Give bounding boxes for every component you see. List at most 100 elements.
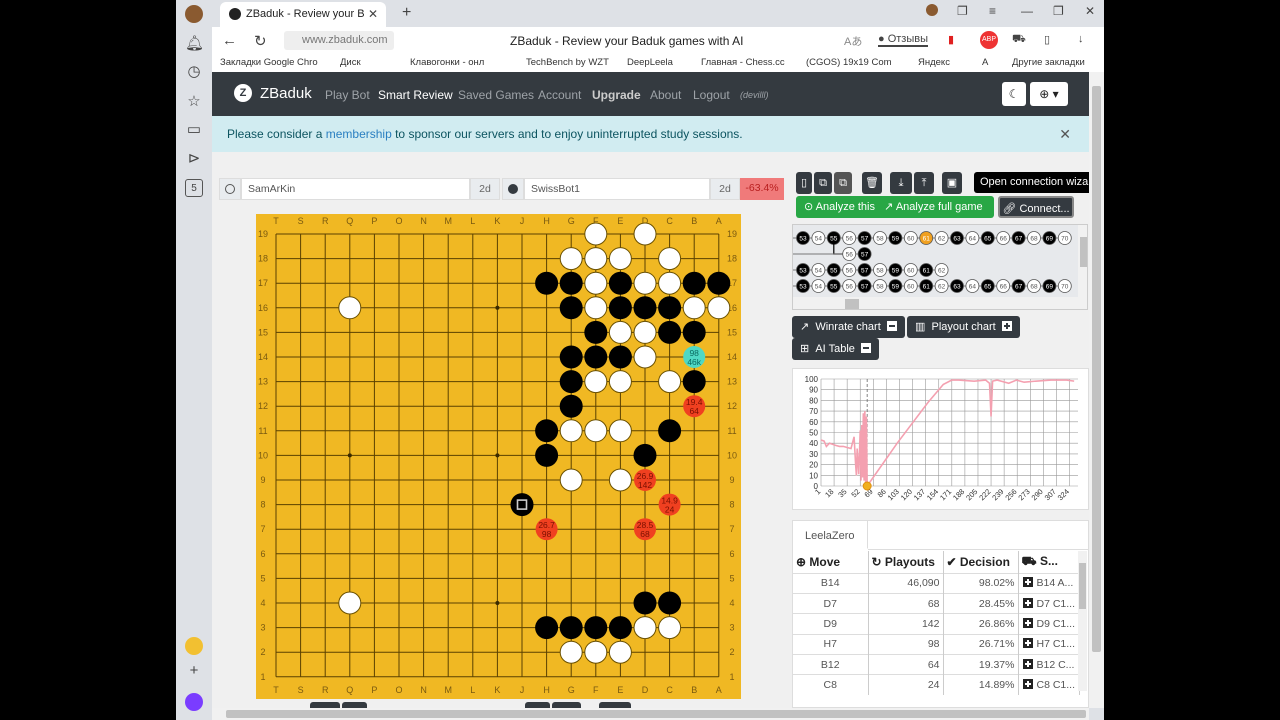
new-tab-button[interactable]: + — [402, 4, 411, 22]
copy-button[interactable]: ⧉ — [814, 172, 832, 194]
winrate-chart-svg[interactable]: 01020304050607080901001 18 35 52 69 861031201… — [793, 369, 1089, 511]
collections-icon[interactable]: ▭ — [185, 121, 203, 139]
expand-icon[interactable] — [1022, 638, 1033, 649]
feedback-button[interactable]: ● Отзывы — [878, 33, 928, 47]
new-file-button[interactable]: ▯ — [796, 172, 812, 194]
star-icon[interactable]: ☆ — [185, 93, 203, 111]
ai-table-toggle[interactable]: ⊞ AI Table — [792, 338, 879, 360]
nav-logout[interactable]: Logout — [693, 88, 730, 102]
close-window-icon[interactable]: ✕ — [1085, 4, 1095, 18]
reload-icon[interactable]: ↻ — [254, 32, 267, 50]
go-board[interactable]: T T 19 19 S S 18 18 R R 17 17 Q Q 16 16 P P 15 15 O O 14 14 N N 13… — [256, 214, 741, 699]
page-vertical-scrollbar[interactable] — [1089, 72, 1104, 708]
analyze-this-button[interactable]: ⊙ Analyze this — [804, 201, 875, 213]
language-button[interactable]: ⊕ ▾ — [1030, 82, 1068, 106]
close-tab-icon[interactable]: ✕ — [368, 7, 378, 21]
bookmark-item[interactable]: DeepLeela — [627, 57, 673, 68]
counter-icon[interactable]: 5 — [185, 179, 203, 197]
bookmark-item[interactable]: (CGOS) 19x19 Com — [806, 57, 892, 68]
nav-play-bot[interactable]: Play Bot — [325, 88, 370, 102]
expand-icon[interactable] — [1022, 617, 1033, 628]
close-alert-icon[interactable]: ✕ — [1059, 126, 1071, 143]
black-stone — [535, 443, 559, 467]
download-button[interactable]: ⤓ — [890, 172, 912, 194]
app-icon[interactable] — [185, 637, 203, 655]
save-button[interactable]: ▣ — [942, 172, 962, 194]
bookmark-item[interactable]: Яндекс — [918, 57, 950, 68]
profile-avatar[interactable] — [185, 5, 203, 23]
winrate-line — [820, 379, 1075, 489]
history-icon[interactable]: ◷ — [185, 63, 203, 81]
expand-icon[interactable] — [1022, 597, 1033, 608]
minimize-icon[interactable]: — — [1021, 4, 1033, 18]
bookmark-item-other[interactable]: Другие закладки — [1012, 57, 1085, 68]
board-svg[interactable]: TT19 19SS18 18RR17 17QQ16 16PP15 15OO14 14NN13… — [256, 214, 741, 699]
adblock-icon[interactable]: ABP — [980, 31, 998, 49]
sidebar-toggle-icon[interactable]: ▯ — [1044, 33, 1050, 46]
table-row[interactable]: H7 98 26.71% H7 C1... — [793, 633, 1080, 655]
bookmark-item[interactable]: Диск — [340, 57, 361, 68]
back-icon[interactable]: ← — [222, 32, 237, 49]
browser-tab[interactable]: ZBaduk - Review your B ✕ — [220, 2, 386, 27]
col-playouts[interactable]: ↻ Playouts — [868, 551, 944, 573]
zbaduk-logo[interactable]: Z — [234, 84, 252, 102]
account-icon[interactable] — [926, 4, 938, 16]
engine-tab[interactable]: LeelaZero — [793, 521, 868, 549]
play-icon[interactable]: ⊳ — [185, 150, 203, 168]
dark-mode-button[interactable]: ☾ — [1002, 82, 1026, 106]
url-field[interactable]: www.zbaduk.com — [284, 31, 394, 50]
delete-button[interactable]: 🗑︎ — [862, 172, 882, 194]
bookmark-item[interactable]: Клавогонки - онл — [410, 57, 484, 68]
table-row[interactable]: D7 68 28.45% D7 C1... — [793, 592, 1080, 614]
winrate-chart-toggle[interactable]: ↗ Winrate chart — [792, 316, 905, 338]
game-tree[interactable]: 53 54 55 56 57 58 59 60 61 62 63 64 65 66 67 68 69 70 56 57… — [792, 224, 1088, 310]
nav-saved-games[interactable]: Saved Games — [458, 88, 534, 102]
nav-upgrade[interactable]: Upgrade — [592, 88, 641, 102]
add-icon[interactable]: + — [185, 662, 203, 680]
table-row[interactable]: B14 46,090 98.02% B14 A... — [793, 572, 1080, 594]
page-horizontal-scrollbar[interactable] — [212, 708, 1089, 720]
analyze-full-game-button[interactable]: ↗ Analyze full game — [884, 201, 983, 213]
white-stone — [658, 247, 682, 271]
bookmark-item[interactable]: Закладки Google Chro — [220, 57, 318, 68]
upload-button[interactable]: ⤒ — [914, 172, 934, 194]
move-cell: D7 — [793, 592, 869, 614]
bookmark-icon[interactable]: ▮ — [948, 33, 954, 46]
x-tick-label: 324 — [1056, 487, 1071, 502]
tabs-icon[interactable]: ❐ — [957, 4, 968, 18]
playout-chart-toggle[interactable]: ▥ Playout chart — [907, 316, 1020, 338]
col-decision[interactable]: ✔ Decision — [943, 551, 1019, 573]
black-stone — [559, 271, 583, 295]
nav-smart-review[interactable]: Smart Review — [378, 88, 453, 102]
game-tree-svg[interactable]: 53 54 55 56 57 58 59 60 61 62 63 64 65 66 67 68 69 70 56 57… — [793, 225, 1088, 310]
expand-icon[interactable] — [1022, 577, 1033, 588]
connect-button[interactable]: 🔗︎ Connect... — [998, 196, 1074, 218]
bookmark-item[interactable]: TechBench by WZT — [526, 57, 609, 68]
menu-icon[interactable]: ≡ — [989, 4, 996, 18]
table-scrollbar[interactable] — [1078, 551, 1087, 691]
extension-icon[interactable]: ⛟ — [1012, 33, 1026, 47]
table-row[interactable]: B12 64 19.37% B12 C... — [793, 654, 1080, 675]
table-row[interactable]: D9 142 26.86% D9 C1... — [793, 613, 1080, 635]
nav-about[interactable]: About — [650, 88, 681, 102]
bell-icon[interactable]: 🔔︎ — [185, 35, 204, 53]
winrate-chart[interactable]: 0 10 20 30 40 50 60 70 80 90 100 1 18 35 52 69 86 103 120 1… — [792, 368, 1089, 510]
paste-button[interactable]: ⧉ — [834, 172, 852, 194]
alice-icon[interactable] — [185, 693, 203, 711]
table-row[interactable]: C8 24 14.89% C8 C1... — [793, 674, 1080, 696]
bookmark-item[interactable]: Главная - Chess.cc — [701, 57, 785, 68]
col-sequence[interactable]: ⛟ S... — [1018, 551, 1080, 573]
col-move[interactable]: ⊕ Move — [793, 551, 869, 573]
download-icon[interactable]: ↓ — [1078, 33, 1084, 45]
restore-icon[interactable]: ❐ — [1053, 4, 1064, 18]
expand-icon[interactable] — [1022, 679, 1033, 690]
row-label: 8 — [729, 500, 734, 510]
tree-node-label: 61 — [923, 268, 931, 275]
membership-link[interactable]: membership — [326, 127, 392, 141]
expand-icon[interactable] — [1022, 658, 1033, 669]
tree-node-label: 66 — [1000, 284, 1008, 291]
translate-icon[interactable]: Aあ — [844, 33, 862, 49]
nav-account[interactable]: Account — [538, 88, 581, 102]
brand[interactable]: ZBaduk — [260, 85, 312, 102]
bookmark-item[interactable]: A — [982, 57, 988, 68]
